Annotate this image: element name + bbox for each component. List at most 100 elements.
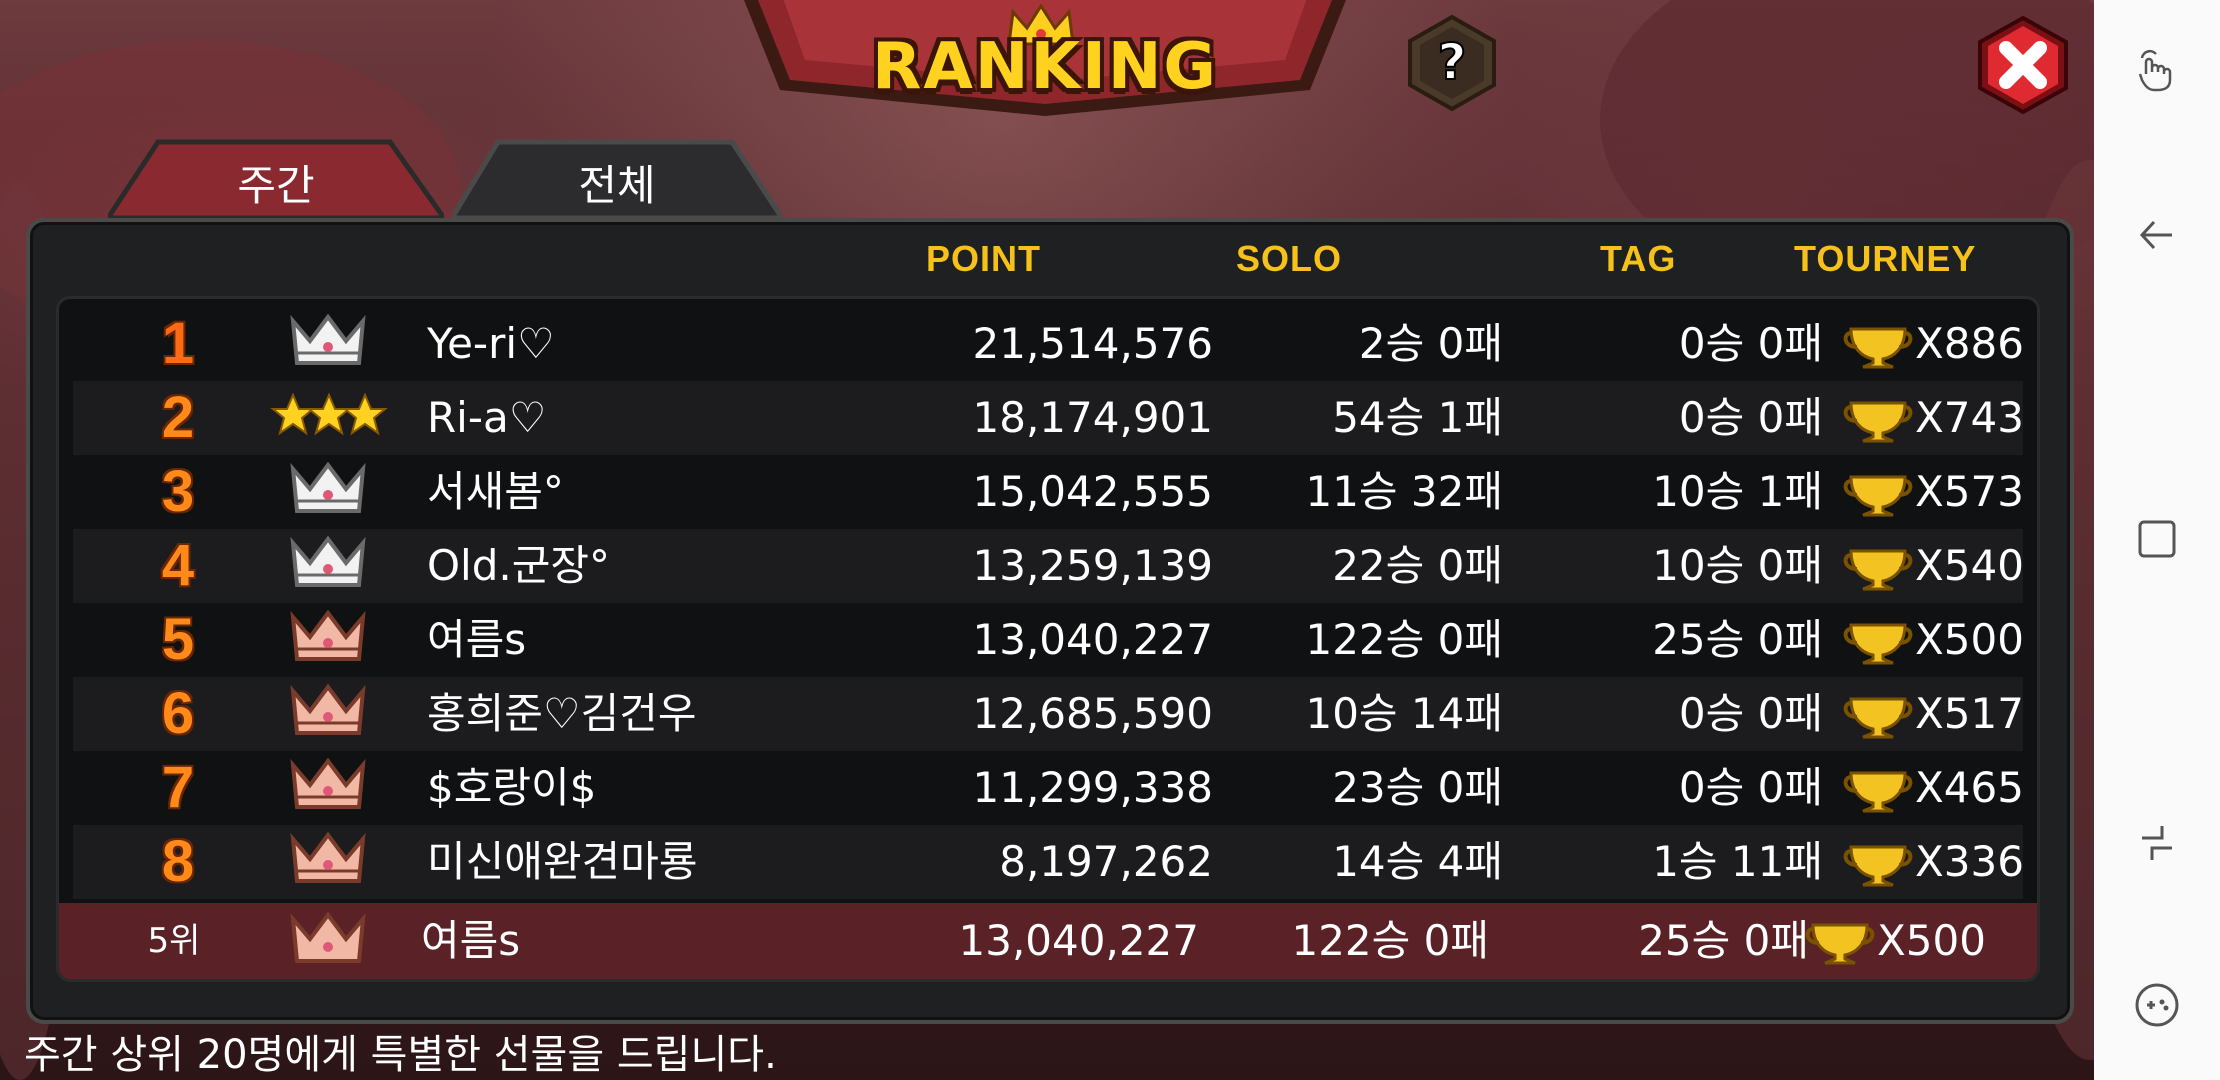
tourney-count: X500 [1915, 615, 2024, 664]
back-icon[interactable] [2132, 210, 2182, 260]
help-button[interactable]: ? [1402, 13, 1502, 113]
column-header-point: POINT [926, 238, 1042, 279]
ranking-row[interactable]: 2 Ri-a♡ 18,174,901 54승 1패 0승 0패 X743 [73, 381, 2024, 455]
player-tourney: X465 [1843, 751, 2033, 825]
close-button[interactable] [1972, 14, 2074, 116]
player-tourney: X743 [1843, 381, 2033, 455]
rank-number: 8 [161, 829, 195, 894]
game-tools-icon[interactable] [2132, 980, 2182, 1030]
player-point: 12,685,590 [972, 689, 1213, 738]
bronze-crown-icon [283, 903, 373, 979]
my-tourney-count: X500 [1877, 916, 1986, 965]
player-tag: 0승 0패 [1678, 763, 1823, 812]
page-title: RANKING [872, 30, 1218, 104]
player-tourney: X336 [1843, 825, 2033, 899]
bronze-crown-icon [283, 677, 373, 751]
ranking-row[interactable]: 3 서새봄° 15,042,555 11승 32패 10승 1패 X573 [73, 455, 2024, 529]
tab-weekly-label: 주간 [237, 161, 315, 210]
rank-number: 2 [161, 385, 195, 450]
tourney-count: X517 [1915, 689, 2024, 738]
three-stars-icon [269, 381, 388, 455]
player-point: 13,259,139 [972, 541, 1213, 590]
column-header-solo: SOLO [1236, 238, 1343, 279]
rank-number: 1 [161, 311, 195, 376]
tourney-count: X743 [1915, 393, 2024, 442]
player-tag: 10승 0패 [1652, 541, 1823, 590]
trophy-icon [1843, 623, 1913, 665]
my-tag: 25승 0패 [1638, 916, 1809, 965]
trophy-icon [1843, 845, 1913, 887]
player-tag: 10승 1패 [1652, 467, 1823, 516]
player-tourney: X540 [1843, 529, 2033, 603]
ranking-row[interactable]: 6 홍희준♡김건우 12,685,590 10승 14패 0승 0패 X517 [73, 677, 2024, 751]
trophy-icon [1843, 327, 1913, 369]
player-solo: 10승 14패 [1305, 689, 1503, 738]
trophy-icon [1843, 697, 1913, 739]
player-point: 13,040,227 [972, 615, 1213, 664]
player-tourney: X573 [1843, 455, 2033, 529]
ranking-row[interactable]: 8 미신애완견마룡 8,197,262 14승 4패 1승 11패 X336 [73, 825, 2024, 899]
player-tag: 0승 0패 [1678, 689, 1823, 738]
tourney-count: X886 [1915, 319, 2024, 368]
svg-text:?: ? [1437, 33, 1466, 91]
player-solo: 23승 0패 [1332, 763, 1503, 812]
player-point: 8,197,262 [999, 837, 1213, 886]
rank-number: 6 [161, 681, 195, 746]
player-solo: 122승 0패 [1305, 615, 1503, 664]
tourney-count: X573 [1915, 467, 2024, 516]
ranking-row[interactable]: 4 Old.군장° 13,259,139 22승 0패 10승 0패 X540 [73, 529, 2024, 603]
rank-number: 3 [161, 459, 195, 524]
ranking-row[interactable]: 7 $호랑이$ 11,299,338 23승 0패 0승 0패 X465 [73, 751, 2024, 825]
player-solo: 11승 32패 [1305, 467, 1503, 516]
home-icon[interactable] [2132, 514, 2182, 564]
my-rank-row[interactable]: 5위 여름s 13,040,227 122승 0패 25승 0패 X500 [59, 903, 2037, 979]
column-header-tourney: TOURNEY [1794, 238, 1977, 279]
touch-gesture-icon[interactable] [2132, 44, 2182, 94]
tab-total[interactable]: 전체 [452, 136, 782, 218]
silver-crown-icon [283, 529, 373, 603]
player-solo: 22승 0패 [1332, 541, 1503, 590]
my-solo: 122승 0패 [1291, 916, 1489, 965]
player-solo: 2승 0패 [1358, 319, 1503, 368]
trophy-icon [1843, 771, 1913, 813]
silver-crown-icon [283, 455, 373, 529]
tourney-count: X336 [1915, 837, 2024, 886]
tourney-count: X465 [1915, 763, 2024, 812]
close-icon [1978, 15, 2068, 115]
tourney-count: X540 [1915, 541, 2024, 590]
bronze-crown-icon [283, 751, 373, 825]
system-navigation-bar [2094, 0, 2220, 1080]
trophy-icon [1805, 923, 1875, 965]
rank-number: 7 [161, 755, 195, 820]
player-solo: 14승 4패 [1332, 837, 1503, 886]
rank-number: 5 [161, 607, 195, 672]
player-tag: 0승 0패 [1678, 319, 1823, 368]
ranking-list[interactable]: 1 Ye-ri♡ 21,514,576 2승 0패 0승 0패 X886 2 Ri-a♡ 18,… [56, 296, 2040, 982]
my-rank: 5위 [147, 921, 201, 961]
bronze-crown-icon [283, 825, 373, 899]
column-header-tag: TAG [1600, 238, 1677, 279]
player-tag: 0승 0패 [1678, 393, 1823, 442]
footer-notice: 주간 상위 20명에게 특별한 선물을 드립니다. [24, 1032, 777, 1078]
ranking-row[interactable]: 1 Ye-ri♡ 21,514,576 2승 0패 0승 0패 X886 [73, 307, 2024, 381]
player-tourney: X500 [1843, 603, 2033, 677]
help-icon: ? [1408, 14, 1496, 112]
ranking-row[interactable]: 5 여름s 13,040,227 122승 0패 25승 0패 X500 [73, 603, 2024, 677]
game-screen: RANKING ? 주간 전체 POINT SOLO TAG TOURNEY 1… [0, 0, 2094, 1080]
player-tourney: X517 [1843, 677, 2033, 751]
trophy-icon [1843, 549, 1913, 591]
player-tag: 1승 11패 [1652, 837, 1823, 886]
trophy-icon [1843, 475, 1913, 517]
player-point: 11,299,338 [972, 763, 1213, 812]
trophy-icon [1843, 401, 1913, 443]
player-point: 15,042,555 [972, 467, 1213, 516]
bronze-crown-icon [283, 603, 373, 677]
tab-weekly[interactable]: 주간 [108, 136, 444, 218]
player-solo: 54승 1패 [1332, 393, 1503, 442]
silver-crown-icon [283, 307, 373, 381]
recent-apps-icon[interactable] [2132, 818, 2182, 868]
player-point: 21,514,576 [972, 319, 1213, 368]
rank-number: 4 [161, 533, 195, 598]
player-tourney: X886 [1843, 307, 2033, 381]
player-point: 18,174,901 [972, 393, 1213, 442]
